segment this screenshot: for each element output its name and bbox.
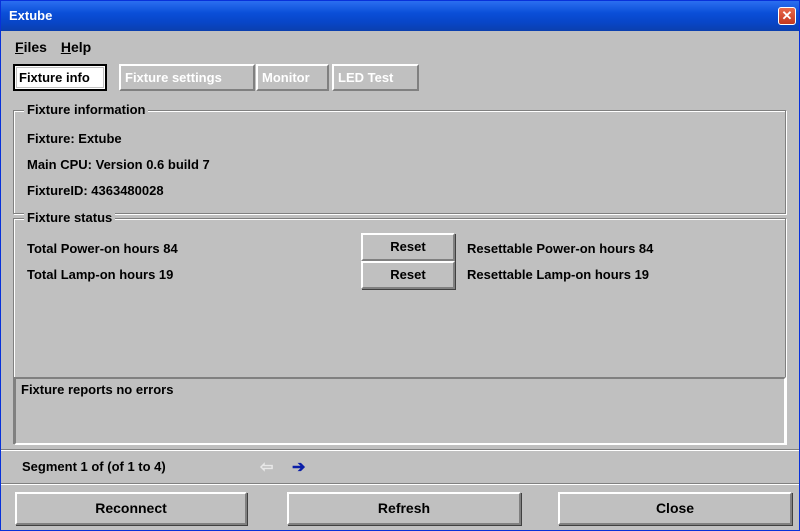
segment-indicator: Segment 1 of (of 1 to 4) <box>22 459 166 474</box>
reset-power-button[interactable]: Reset <box>361 233 455 261</box>
client-area: Files Help Fixture info Fixture settings… <box>1 31 799 530</box>
separator-bottom <box>1 483 799 485</box>
tab-monitor[interactable]: Monitor <box>256 64 329 91</box>
window-title: Extube <box>9 8 53 23</box>
refresh-button[interactable]: Refresh <box>287 492 521 525</box>
close-button[interactable]: Close <box>558 492 792 525</box>
menu-help[interactable]: Help <box>61 39 91 55</box>
arrow-right-icon[interactable]: ➔ <box>292 457 305 477</box>
total-power-on-hours: Total Power-on hours 84 <box>27 241 178 256</box>
resettable-lamp-on-hours: Resettable Lamp-on hours 19 <box>467 267 650 282</box>
separator-top <box>1 449 799 451</box>
total-lamp-on-hours: Total Lamp-on hours 19 <box>27 267 174 282</box>
tab-fixture-settings[interactable]: Fixture settings <box>119 64 255 91</box>
title-bar[interactable]: Extube ✕ <box>1 1 799 31</box>
tab-led-test[interactable]: LED Test <box>332 64 419 91</box>
fixture-information-title: Fixture information <box>24 102 149 117</box>
main-cpu-version: Main CPU: Version 0.6 build 7 <box>27 157 210 172</box>
menu-bar: Files Help <box>15 39 101 55</box>
reconnect-button[interactable]: Reconnect <box>15 492 247 525</box>
menu-files[interactable]: Files <box>15 39 47 55</box>
tab-fixture-info[interactable]: Fixture info <box>13 64 107 91</box>
fixture-status-title: Fixture status <box>24 210 116 225</box>
close-window-icon[interactable]: ✕ <box>778 7 796 25</box>
reset-lamp-button[interactable]: Reset <box>361 261 455 289</box>
app-window: Extube ✕ Files Help Fixture info Fixture… <box>0 0 800 531</box>
fixture-information-group: Fixture information Fixture: Extube Main… <box>13 102 786 214</box>
resettable-power-on-hours: Resettable Power-on hours 84 <box>467 241 654 256</box>
fixture-name: Fixture: Extube <box>27 131 122 146</box>
arrow-left-icon[interactable]: ⇦ <box>260 457 273 477</box>
fixture-id: FixtureID: 4363480028 <box>27 183 164 198</box>
error-message-box: Fixture reports no errors <box>14 377 786 445</box>
